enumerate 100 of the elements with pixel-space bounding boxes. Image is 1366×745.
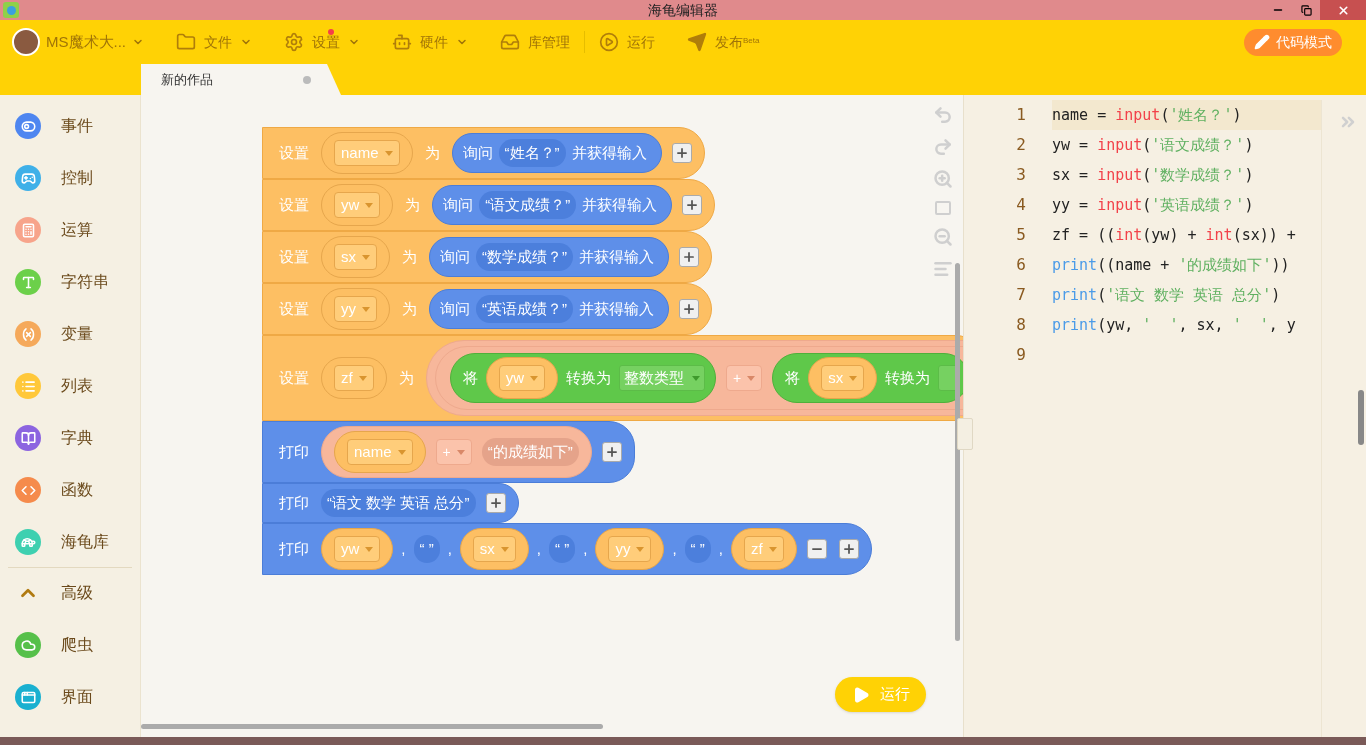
plus-button[interactable]: [838, 539, 859, 559]
ask-label: 询问: [440, 298, 470, 319]
ask-block[interactable]: 询问 “数学成绩？” 并获得输入: [429, 237, 669, 277]
block-label: 设置: [278, 298, 310, 319]
user-menu[interactable]: MS魔术大...: [12, 28, 144, 56]
pencil-icon: [1254, 34, 1270, 50]
line-number: 6: [1015, 254, 1027, 276]
minus-button[interactable]: [806, 539, 827, 559]
set-block[interactable]: 设置 sx 为 询问 “数学成绩？” 并获得输入: [262, 231, 712, 283]
plus-icon: [682, 302, 696, 316]
category-item[interactable]: 控制: [0, 152, 140, 204]
ask-block[interactable]: 询问 “姓名？” 并获得输入: [451, 133, 662, 173]
category-item[interactable]: 字符串: [0, 256, 140, 308]
set-block[interactable]: 设置 zf 为 将 yw 转换为 整数类型 + 将 sx 转换为: [262, 335, 963, 421]
string-literal[interactable]: “ ”: [413, 535, 440, 563]
toolbar-menu[interactable]: 文件: [176, 31, 252, 53]
code-mode-button[interactable]: 代码模式: [1244, 28, 1342, 56]
align-icon[interactable]: [933, 259, 953, 279]
file-tab[interactable]: 新的作品: [141, 64, 341, 95]
close-icon: [1336, 3, 1350, 17]
caret-icon: [636, 546, 645, 552]
app-icon: [3, 2, 19, 18]
prompt-string[interactable]: “姓名？”: [498, 139, 566, 167]
ask-suffix: 并获得输入: [571, 142, 647, 163]
toolbar-menu[interactable]: 库管理: [500, 31, 570, 53]
caret-icon: [397, 449, 406, 455]
caret-icon: [365, 546, 374, 552]
string-literal[interactable]: “语文 数学 英语 总分”: [321, 489, 476, 517]
plus-button[interactable]: [679, 247, 699, 267]
convert-block[interactable]: 将 sx 转换为: [772, 353, 963, 403]
category-item[interactable]: 函数: [0, 464, 140, 516]
convert-label: 将: [785, 367, 801, 388]
string-literal[interactable]: “的成绩如下”: [481, 438, 579, 466]
category-item[interactable]: 列表: [0, 360, 140, 412]
line-number: 3: [1015, 164, 1027, 186]
convert-label: 转换为: [566, 367, 611, 388]
plus-button[interactable]: [671, 143, 692, 163]
plus-button[interactable]: [485, 493, 506, 513]
zoom-in-icon[interactable]: [933, 169, 953, 189]
caret-icon: [849, 375, 858, 381]
caret-icon: [500, 546, 509, 552]
window-title: 海龟编辑器: [648, 0, 718, 20]
play-icon: [599, 32, 619, 52]
set-block[interactable]: 设置 name 为 询问 “姓名？” 并获得输入: [262, 127, 705, 179]
restore-icon: [1300, 4, 1312, 16]
toolbar-menu[interactable]: 运行: [599, 31, 655, 53]
print-block[interactable]: 打印 name + “的成绩如下”: [262, 421, 635, 483]
plus-button[interactable]: [679, 299, 699, 319]
plus-button[interactable]: [601, 442, 622, 462]
code-line: yw = input('语文成绩？'): [1052, 134, 1255, 156]
set-block[interactable]: 设置 yw 为 询问 “语文成绩？” 并获得输入: [262, 179, 716, 231]
category-item[interactable]: 字典: [0, 412, 140, 464]
block-label: 为: [423, 142, 441, 163]
caret-icon: [365, 202, 374, 208]
ask-block[interactable]: 询问 “语文成绩？” 并获得输入: [432, 185, 673, 225]
undo-icon[interactable]: [933, 105, 953, 125]
prompt-string[interactable]: “数学成绩？”: [476, 243, 573, 271]
line-number: 5: [1015, 224, 1027, 246]
redo-icon[interactable]: [933, 137, 953, 157]
comma: ,: [718, 538, 723, 559]
category-item[interactable]: 运算: [0, 204, 140, 256]
caret-icon: [692, 375, 700, 381]
horizontal-scrollbar[interactable]: [141, 724, 603, 729]
plus-icon: [685, 198, 700, 212]
block-label: 为: [404, 194, 422, 215]
code-scrollbar[interactable]: [1358, 390, 1364, 445]
category-item[interactable]: 变量: [0, 308, 140, 360]
line-number: 4: [1015, 194, 1027, 216]
category-item[interactable]: 爬虫: [0, 619, 140, 671]
toolbar-menu[interactable]: 发布$^{Beta}$: [687, 31, 760, 53]
ask-suffix: 并获得输入: [579, 298, 654, 319]
expression-block[interactable]: name + “的成绩如下”: [321, 426, 592, 478]
print-block[interactable]: 打印 yw , “ ” , sx , “ ” , yy , “ ” , zf: [262, 523, 872, 575]
plus-icon: [674, 146, 689, 160]
prompt-string[interactable]: “英语成绩？”: [476, 295, 573, 323]
plus-button[interactable]: [682, 195, 703, 215]
splitter-handle[interactable]: [957, 418, 973, 450]
string-literal[interactable]: “ ”: [549, 535, 576, 563]
expression-block[interactable]: 将 yw 转换为 整数类型 + 将 sx 转换为: [425, 340, 963, 416]
line-number: 2: [1015, 134, 1027, 156]
category-item[interactable]: 界面: [0, 671, 140, 723]
plus-icon: [604, 445, 619, 459]
ask-block[interactable]: 询问 “英语成绩？” 并获得输入: [429, 289, 669, 329]
vertical-scrollbar[interactable]: [955, 263, 960, 641]
zoom-out-icon[interactable]: [933, 227, 953, 247]
print-block[interactable]: 打印 “语文 数学 英语 总分”: [262, 483, 519, 523]
category-item[interactable]: 事件: [0, 100, 140, 152]
prompt-string[interactable]: “语文成绩？”: [479, 191, 577, 219]
comma: ,: [672, 538, 677, 559]
set-block[interactable]: 设置 yy 为 询问 “英语成绩？” 并获得输入: [262, 283, 712, 335]
reset-zoom-icon[interactable]: [935, 201, 951, 215]
block-label: 打印: [278, 492, 310, 513]
toolbar-menu[interactable]: 硬件: [392, 31, 468, 53]
category-item[interactable]: 高级: [0, 567, 140, 619]
ask-label: 询问: [440, 246, 470, 267]
caret-icon: [362, 254, 370, 260]
string-literal[interactable]: “ ”: [684, 535, 711, 563]
toolbar-menu[interactable]: 设置: [284, 31, 360, 53]
code-line: yy = input('英语成绩？'): [1052, 194, 1255, 216]
block-label: 设置: [278, 367, 310, 388]
